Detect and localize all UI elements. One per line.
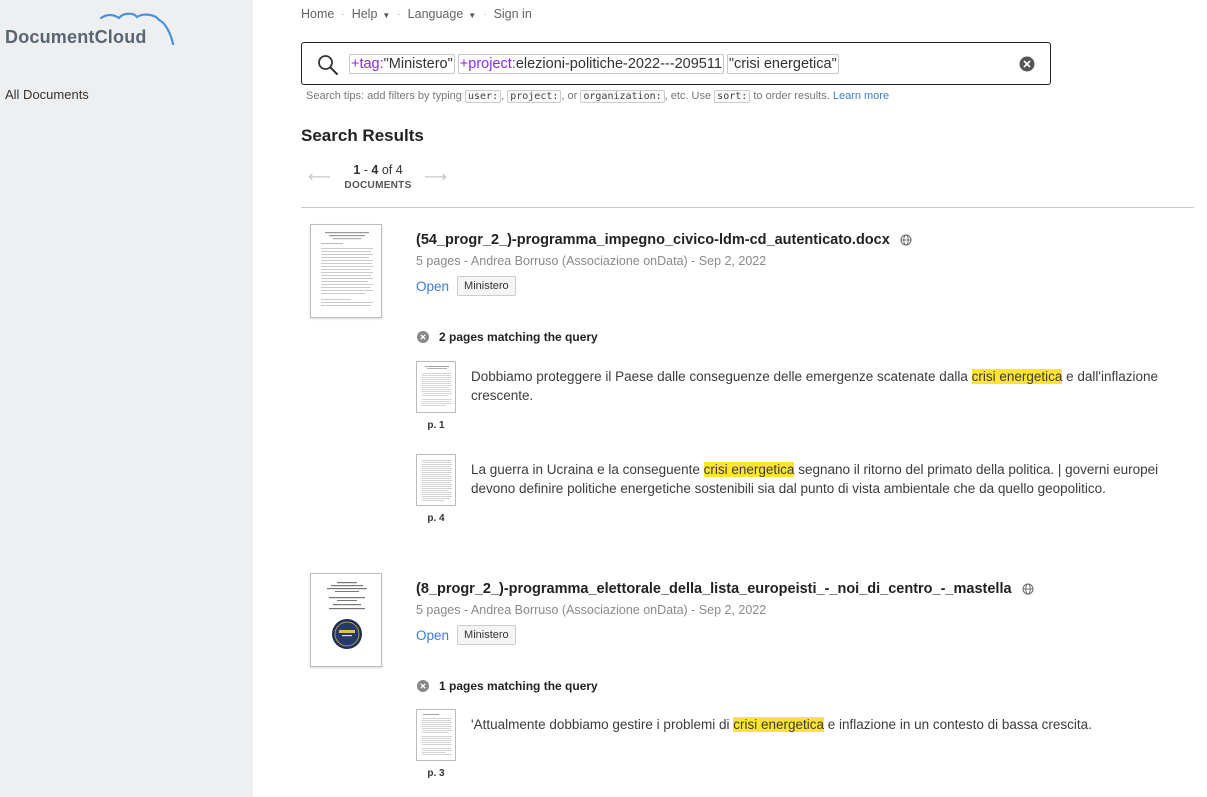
matching-pages-label: 2 pages matching the query <box>439 330 598 344</box>
sidebar-item-all-documents[interactable]: All Documents <box>5 87 89 102</box>
pagination: ⟵ 1 - 4 of 4 DOCUMENTS ⟶ <box>308 162 447 194</box>
page-thumbnail[interactable] <box>416 361 456 413</box>
filter-key: +project: <box>459 56 516 72</box>
cloud-icon <box>99 12 175 46</box>
document-title: (8_progr_2_)-programma_elettorale_della_… <box>416 581 1012 597</box>
nav-separator: · <box>341 8 345 20</box>
tips-text: , or <box>561 90 578 102</box>
nav-separator: · <box>483 8 487 20</box>
search-filter-chips: +tag:"Ministero" +project:elezioni-polit… <box>349 54 842 74</box>
sidebar: DocumentCloud All Documents <box>0 0 253 797</box>
documentcloud-logo[interactable]: DocumentCloud <box>5 12 185 52</box>
document-result: (54_progr_2_)-programma_impegno_civico-l… <box>301 224 1194 534</box>
page-preview-image <box>422 366 452 406</box>
document-preview-image <box>327 582 367 649</box>
search-input[interactable]: +tag:"Ministero" +project:elezioni-polit… <box>301 42 1051 85</box>
open-document-link[interactable]: Open <box>416 279 449 294</box>
page-hit: p. 3 'Attualmente dobbiamo gestire i pro… <box>416 709 1196 781</box>
document-title-link[interactable]: (54_progr_2_)-programma_impegno_civico-l… <box>416 232 912 248</box>
nav-signin-link[interactable]: Sign in <box>494 7 532 21</box>
tip-code-user: user: <box>464 90 502 103</box>
page-snippet: Dobbiamo proteggere il Paese dalle conse… <box>471 368 1196 405</box>
globe-icon <box>1022 583 1034 595</box>
nav-help-label: Help <box>351 7 378 21</box>
next-page-arrow-icon[interactable]: ⟶ <box>424 167 447 187</box>
search-results-heading: Search Results <box>301 126 424 145</box>
range-dash: - <box>360 163 372 177</box>
tips-text: , <box>501 90 505 102</box>
snippet-highlight: crisi energetica <box>703 462 795 477</box>
tip-code-organization: organization: <box>580 90 665 103</box>
snippet-text: La guerra in Ucraina e la conseguente <box>471 462 704 477</box>
clear-search-icon[interactable] <box>1019 56 1035 72</box>
page-snippet: 'Attualmente dobbiamo gestire i problemi… <box>471 716 1196 735</box>
matching-pages-toggle[interactable]: 1 pages matching the query <box>417 679 598 693</box>
document-title-link[interactable]: (8_progr_2_)-programma_elettorale_della_… <box>416 581 1034 597</box>
nav-help-menu[interactable]: Help ▼ <box>352 7 391 21</box>
filter-value: "crisi energetica" <box>728 56 837 72</box>
matching-pages-label: 1 pages matching the query <box>439 679 598 693</box>
document-preview-image <box>321 232 373 306</box>
globe-icon <box>900 234 912 246</box>
page-hit: p. 4 La guerra in Ucraina e la conseguen… <box>416 454 1196 524</box>
document-actions: Open Ministero <box>416 625 516 645</box>
open-document-link[interactable]: Open <box>416 628 449 643</box>
tips-text: , etc. Use <box>664 90 712 102</box>
nav-language-label: Language <box>407 7 464 21</box>
document-actions: Open Ministero <box>416 276 516 296</box>
filter-key: +tag: <box>351 56 384 72</box>
matching-pages-toggle[interactable]: 2 pages matching the query <box>417 330 598 344</box>
document-meta: 5 pages - Andrea Borruso (Associazione o… <box>416 603 767 617</box>
snippet-text: 'Attualmente dobbiamo gestire i problemi… <box>471 717 734 732</box>
collapse-x-icon <box>417 680 429 692</box>
main-content: Home · Help ▼ · Language ▼ · Sign in +tag:… <box>253 0 1207 797</box>
snippet-text: e inflazione in un contesto di bassa cre… <box>824 717 1092 732</box>
page-hit: p. 1 Dobbiamo proteggere il Paese dalle … <box>416 361 1196 431</box>
chevron-down-icon: ▼ <box>382 11 391 20</box>
search-icon <box>318 55 338 75</box>
document-thumbnail[interactable] <box>310 224 382 318</box>
snippet-text: Dobbiamo proteggere il Paese dalle conse… <box>471 369 972 384</box>
filter-chip-project[interactable]: +project:elezioni-politiche-2022---20951… <box>457 54 724 74</box>
page-number: p. 4 <box>427 513 445 524</box>
page-number: p. 1 <box>427 420 445 431</box>
tip-code-project: project: <box>507 90 562 103</box>
search-tips: Search tips: add filters by typing user:… <box>306 90 889 103</box>
page-snippet: La guerra in Ucraina e la conseguente cr… <box>471 461 1196 498</box>
snippet-highlight: crisi energetica <box>971 369 1063 384</box>
filter-value: "Ministero" <box>383 56 453 72</box>
pagination-unit: DOCUMENTS <box>344 180 412 191</box>
nav-language-menu[interactable]: Language ▼ <box>408 7 477 21</box>
page-preview-image <box>422 714 452 755</box>
tag-badge[interactable]: Ministero <box>457 625 516 645</box>
tips-text: to order results. <box>753 90 830 102</box>
document-meta: 5 pages - Andrea Borruso (Associazione o… <box>416 254 767 268</box>
previous-page-arrow-icon[interactable]: ⟵ <box>308 167 331 187</box>
document-result: (8_progr_2_)-programma_elettorale_della_… <box>301 573 1194 797</box>
snippet-highlight: crisi energetica <box>733 717 825 732</box>
top-navigation: Home · Help ▼ · Language ▼ · Sign in <box>301 7 532 21</box>
page-thumbnail[interactable] <box>416 454 456 506</box>
nav-separator: · <box>397 8 401 20</box>
collapse-x-icon <box>417 331 429 343</box>
nav-home-link[interactable]: Home <box>301 7 334 21</box>
tips-text: Search tips: add filters by typing <box>306 90 462 102</box>
range-total: of 4 <box>378 163 403 177</box>
filter-value: elezioni-politiche-2022---209511 <box>515 56 722 72</box>
learn-more-link[interactable]: Learn more <box>833 90 889 102</box>
filter-chip-tag[interactable]: +tag:"Ministero" <box>349 54 455 74</box>
tag-badge[interactable]: Ministero <box>457 276 516 296</box>
pagination-range: 1 - 4 of 4 <box>348 163 408 177</box>
divider <box>301 207 1194 208</box>
search-term-chip[interactable]: "crisi energetica" <box>726 54 839 74</box>
page-preview-image <box>422 460 452 501</box>
chevron-down-icon: ▼ <box>468 11 477 20</box>
tip-code-sort: sort: <box>714 90 751 103</box>
page-thumbnail[interactable] <box>416 709 456 761</box>
document-thumbnail[interactable] <box>310 573 382 667</box>
page-number: p. 3 <box>427 768 445 779</box>
document-title: (54_progr_2_)-programma_impegno_civico-l… <box>416 232 890 248</box>
